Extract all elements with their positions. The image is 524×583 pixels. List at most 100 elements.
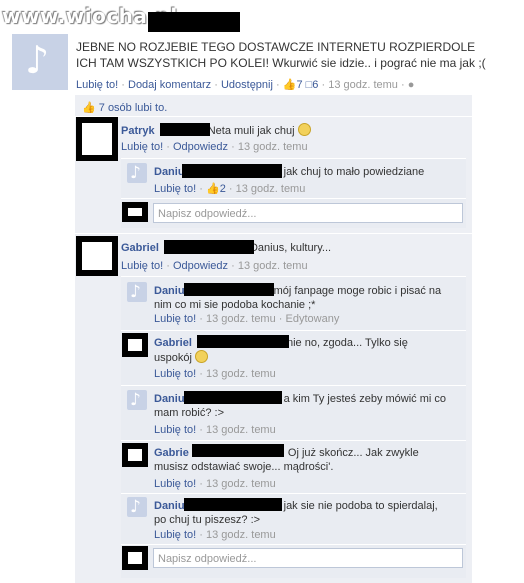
reply-author[interactable]: Daniu [154, 285, 185, 297]
divider [121, 440, 466, 441]
separator: · [228, 183, 233, 195]
reply-actions: Lubię to! · 13 godz. temu · Edytowany [154, 313, 339, 325]
separator: · [199, 368, 203, 380]
comment-actions: Lubię to! · Odpowiedz · 13 godz. temu [121, 141, 308, 153]
divider [121, 544, 466, 545]
comment-text: Neta muli jak chuj [207, 125, 295, 137]
reply-time[interactable]: 13 godz. temu [206, 313, 276, 325]
music-note-avatar[interactable] [127, 163, 147, 183]
avatar [122, 202, 148, 222]
post-like-link[interactable]: Lubię to! [76, 79, 118, 91]
comment-time[interactable]: 13 godz. temu [238, 260, 308, 272]
redacted-name [192, 444, 284, 457]
reply-time[interactable]: 13 godz. temu [206, 529, 276, 541]
comment-author[interactable]: Patryk [121, 125, 155, 137]
separator: · [276, 79, 280, 91]
reply-author[interactable]: Daniu [154, 500, 185, 512]
reply-author[interactable]: Gabrie [154, 447, 189, 459]
share-link[interactable]: Udostępnij [221, 79, 273, 91]
reply-text: nie no, zgoda... Tylko się [286, 337, 408, 349]
redacted-name [184, 283, 274, 296]
comment-like-link[interactable]: Lubię to! [121, 260, 163, 272]
comment-time[interactable]: 13 godz. temu [238, 141, 308, 153]
separator: · [199, 183, 203, 195]
like-count[interactable]: 7 [296, 79, 302, 91]
post-text: JEBNE NO ROZJEBIE TEGO DOSTAWCZE INTERNE… [76, 40, 486, 70]
avatar[interactable] [122, 333, 148, 357]
avatar[interactable] [76, 117, 118, 161]
reply-like-link[interactable]: Lubię to! [154, 529, 196, 541]
reply-like-link[interactable]: Lubię to! [154, 313, 196, 325]
reply-like-link[interactable]: Lubię to! [154, 424, 196, 436]
reply-text-continued: mam robić? :> [154, 407, 224, 419]
reply-actions: Lubię to! · 13 godz. temu [154, 368, 276, 380]
reply-text-continued: uspokój [154, 352, 192, 364]
redacted-name [197, 335, 289, 348]
globe-icon: ● [407, 79, 415, 91]
reply-link[interactable]: Odpowiedz [173, 260, 228, 272]
comment-author[interactable]: Gabriel [121, 242, 159, 254]
reply-actions: Lubię to! · 13 godz. temu [154, 529, 276, 541]
reply-like-link[interactable]: Lubię to! [154, 368, 196, 380]
likes-summary[interactable]: 👍 7 osób lubi to. [82, 101, 167, 114]
separator: · [166, 260, 170, 272]
comment-like-link[interactable]: Lubię to! [121, 141, 163, 153]
separator: · [321, 79, 326, 91]
smile-emoticon-icon [297, 123, 311, 136]
redacted-name [184, 498, 282, 511]
reply-like-link[interactable]: Lubię to! [154, 183, 196, 195]
reply-likes[interactable]: 2 [220, 183, 226, 195]
reply-time[interactable]: 13 godz. temu [206, 478, 276, 490]
divider [75, 233, 472, 234]
music-note-icon: ♪ [25, 38, 50, 82]
page-avatar: ♪ [12, 34, 68, 90]
music-note-avatar[interactable] [127, 282, 147, 302]
separator: · [231, 141, 235, 153]
like-count-icon[interactable]: 👍 [283, 79, 297, 91]
post-actions: Lubię to! · Dodaj komentarz · Udostępnij… [76, 78, 414, 91]
likes-summary-text[interactable]: 7 osób lubi to. [99, 102, 168, 114]
redacted-name [164, 240, 254, 254]
reply-input[interactable]: Napisz odpowiedź... [153, 203, 463, 223]
redacted-name [148, 12, 240, 32]
post-time[interactable]: 13 godz. temu [328, 79, 398, 91]
separator: · [199, 424, 203, 436]
redacted-name [184, 391, 282, 404]
reply-time[interactable]: 13 godz. temu [206, 368, 276, 380]
divider [121, 276, 466, 277]
comment-text: Danius, kultury... [249, 242, 332, 254]
smile-emoticon-icon [194, 350, 208, 363]
separator: · [199, 478, 203, 490]
divider [121, 330, 466, 331]
separator: · [199, 313, 203, 325]
separator: · [214, 79, 218, 91]
music-note-avatar[interactable] [127, 497, 147, 517]
reply-text: a kim Ty jesteś zeby mówić mi co [283, 393, 447, 405]
reply-author[interactable]: Daniu [154, 166, 185, 178]
reply-like-link[interactable]: Lubię to! [154, 478, 196, 490]
reply-link[interactable]: Odpowiedz [173, 141, 228, 153]
divider [75, 116, 472, 117]
separator: · [199, 529, 203, 541]
add-comment-link[interactable]: Dodaj komentarz [128, 79, 211, 91]
reply-author[interactable]: Gabriel [154, 337, 192, 349]
comment-actions: Lubię to! · Odpowiedz · 13 godz. temu [121, 260, 308, 272]
reply-text: Oj już skończ... Jak zwykle [287, 447, 419, 459]
reply-input[interactable]: Napisz odpowiedź... [153, 548, 463, 568]
avatar[interactable] [76, 236, 118, 276]
comment-count[interactable]: 6 [312, 79, 318, 91]
reply-text-continued: musisz odstawiać swoje... mądrości'. [154, 461, 334, 473]
reply-author[interactable]: Daniu [154, 393, 185, 405]
reply-text-continued: nim co mi sie podoba kochanie ;* [154, 299, 316, 311]
separator: · [231, 260, 235, 272]
reply-text: jak chuj to mało powiedziane [283, 166, 425, 178]
reply-actions: Lubię to! · 👍2 · 13 godz. temu [154, 182, 305, 195]
reply-time[interactable]: 13 godz. temu [236, 183, 306, 195]
redacted-name [182, 164, 282, 178]
avatar[interactable] [122, 443, 148, 467]
divider [121, 198, 466, 199]
divider [121, 493, 466, 494]
music-note-avatar[interactable] [127, 390, 147, 410]
reply-time[interactable]: 13 godz. temu [206, 424, 276, 436]
thumbs-up-icon: 👍 [206, 183, 220, 195]
